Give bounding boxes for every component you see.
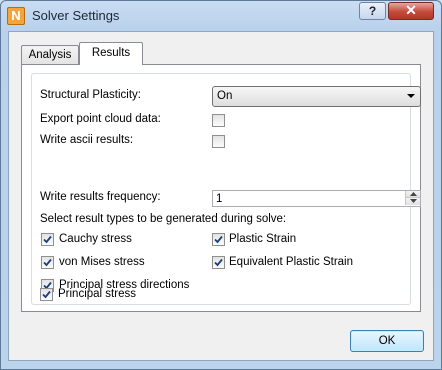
solver-settings-window: N Solver Settings ? ✕ Analysis Results S… [0,0,442,370]
checkmark-icon [214,235,223,244]
cauchy-stress-label[interactable]: Cauchy stress [59,233,132,245]
checkmark-icon [43,235,52,244]
results-group-box: Structural Plasticity: On Export point c… [31,73,421,305]
structural-plasticity-dropdown[interactable]: On [212,86,421,107]
dialog-client-area: Analysis Results Structural Plasticity: … [8,31,434,361]
structural-plasticity-label: Structural Plasticity: [40,89,141,101]
spin-down-button[interactable] [405,198,420,205]
write-ascii-label: Write ascii results: [40,134,134,146]
von-mises-stress-label[interactable]: von Mises stress [59,256,145,268]
tab-analysis[interactable]: Analysis [21,45,79,64]
window-title: Solver Settings [32,8,120,23]
spin-up-button[interactable] [405,191,420,198]
cauchy-stress-checkbox[interactable] [41,233,54,246]
results-tab-panel: Structural Plasticity: On Export point c… [21,64,421,312]
plastic-strain-checkbox[interactable] [212,233,225,246]
write-frequency-input[interactable] [213,191,406,206]
structural-plasticity-value: On [217,90,233,102]
tab-results[interactable]: Results [79,42,143,65]
principal-stress-label[interactable]: Principal stress [58,288,136,300]
principal-stress-checkbox[interactable] [40,288,53,301]
equivalent-plastic-strain-checkbox[interactable] [212,256,225,269]
write-frequency-label: Write results frequency: [40,191,161,203]
ok-button[interactable]: OK [350,330,424,352]
close-button[interactable]: ✕ [388,2,434,20]
equivalent-plastic-strain-label[interactable]: Equivalent Plastic Strain [229,256,353,268]
export-point-cloud-checkbox[interactable] [212,114,225,127]
von-mises-stress-checkbox[interactable] [41,256,54,269]
checkmark-icon [43,258,52,267]
chevron-down-icon [405,90,417,102]
result-types-heading: Select result types to be generated duri… [40,213,287,225]
write-frequency-spinbox[interactable] [212,190,421,207]
checkmark-icon [214,258,223,267]
caret-up-icon [410,192,417,196]
help-button[interactable]: ? [359,2,386,20]
caret-down-icon [410,199,417,203]
title-bar[interactable]: N Solver Settings ? ✕ [1,1,441,31]
write-ascii-checkbox[interactable] [212,135,225,148]
plastic-strain-label[interactable]: Plastic Strain [229,233,296,245]
app-logo-icon: N [7,7,25,25]
checkmark-icon [42,290,51,299]
export-point-cloud-label: Export point cloud data: [40,113,161,125]
